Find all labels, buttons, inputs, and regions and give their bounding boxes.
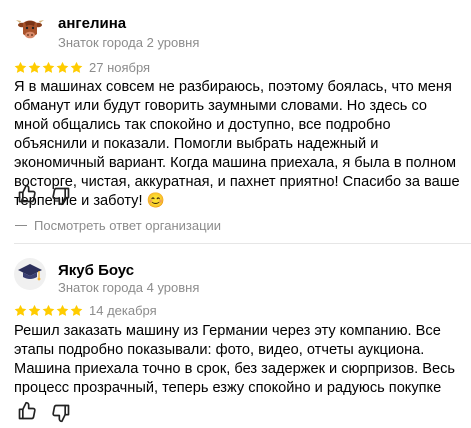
rating-stars xyxy=(14,61,84,74)
avatar[interactable] xyxy=(14,258,46,290)
star-icon xyxy=(70,304,83,316)
rating-stars xyxy=(14,304,84,317)
review-date: 27 ноября xyxy=(89,60,151,75)
divider xyxy=(14,243,471,244)
org-reply-label: Посмотреть ответ организации xyxy=(34,218,222,233)
review-date: 14 декабря xyxy=(89,303,157,318)
star-icon xyxy=(70,61,83,73)
star-icon xyxy=(56,304,69,316)
dislike-button[interactable] xyxy=(50,185,72,207)
thumbs-up-icon xyxy=(18,401,36,420)
author-name[interactable]: ангелина xyxy=(58,15,126,32)
thumbs-down-icon xyxy=(52,404,70,423)
graduation-cap-icon xyxy=(17,259,43,290)
star-icon xyxy=(14,304,27,316)
author-badge: Знаток города 2 уровня xyxy=(58,35,200,50)
star-icon xyxy=(42,61,55,73)
review-text: Решил заказать машину из Германии через … xyxy=(14,323,456,396)
star-icon xyxy=(28,304,41,316)
author-badge: Знаток города 4 уровня xyxy=(58,280,200,295)
review-text: Я в машинах совсем не разбираюсь, поэтом… xyxy=(14,79,460,209)
dash-icon xyxy=(15,225,27,226)
dislike-button[interactable] xyxy=(50,402,72,424)
like-button[interactable] xyxy=(16,400,38,422)
show-org-reply-link[interactable]: Посмотреть ответ организации xyxy=(14,218,221,233)
star-icon xyxy=(56,61,69,73)
star-icon xyxy=(14,61,27,73)
author-name[interactable]: Якуб Боус xyxy=(58,262,134,279)
star-icon xyxy=(28,61,41,73)
like-button[interactable] xyxy=(16,183,38,205)
avatar[interactable] xyxy=(14,15,46,47)
thumbs-up-icon xyxy=(18,184,36,203)
thumbs-down-icon xyxy=(52,187,70,206)
cow-avatar-icon xyxy=(15,14,45,49)
star-icon xyxy=(42,304,55,316)
